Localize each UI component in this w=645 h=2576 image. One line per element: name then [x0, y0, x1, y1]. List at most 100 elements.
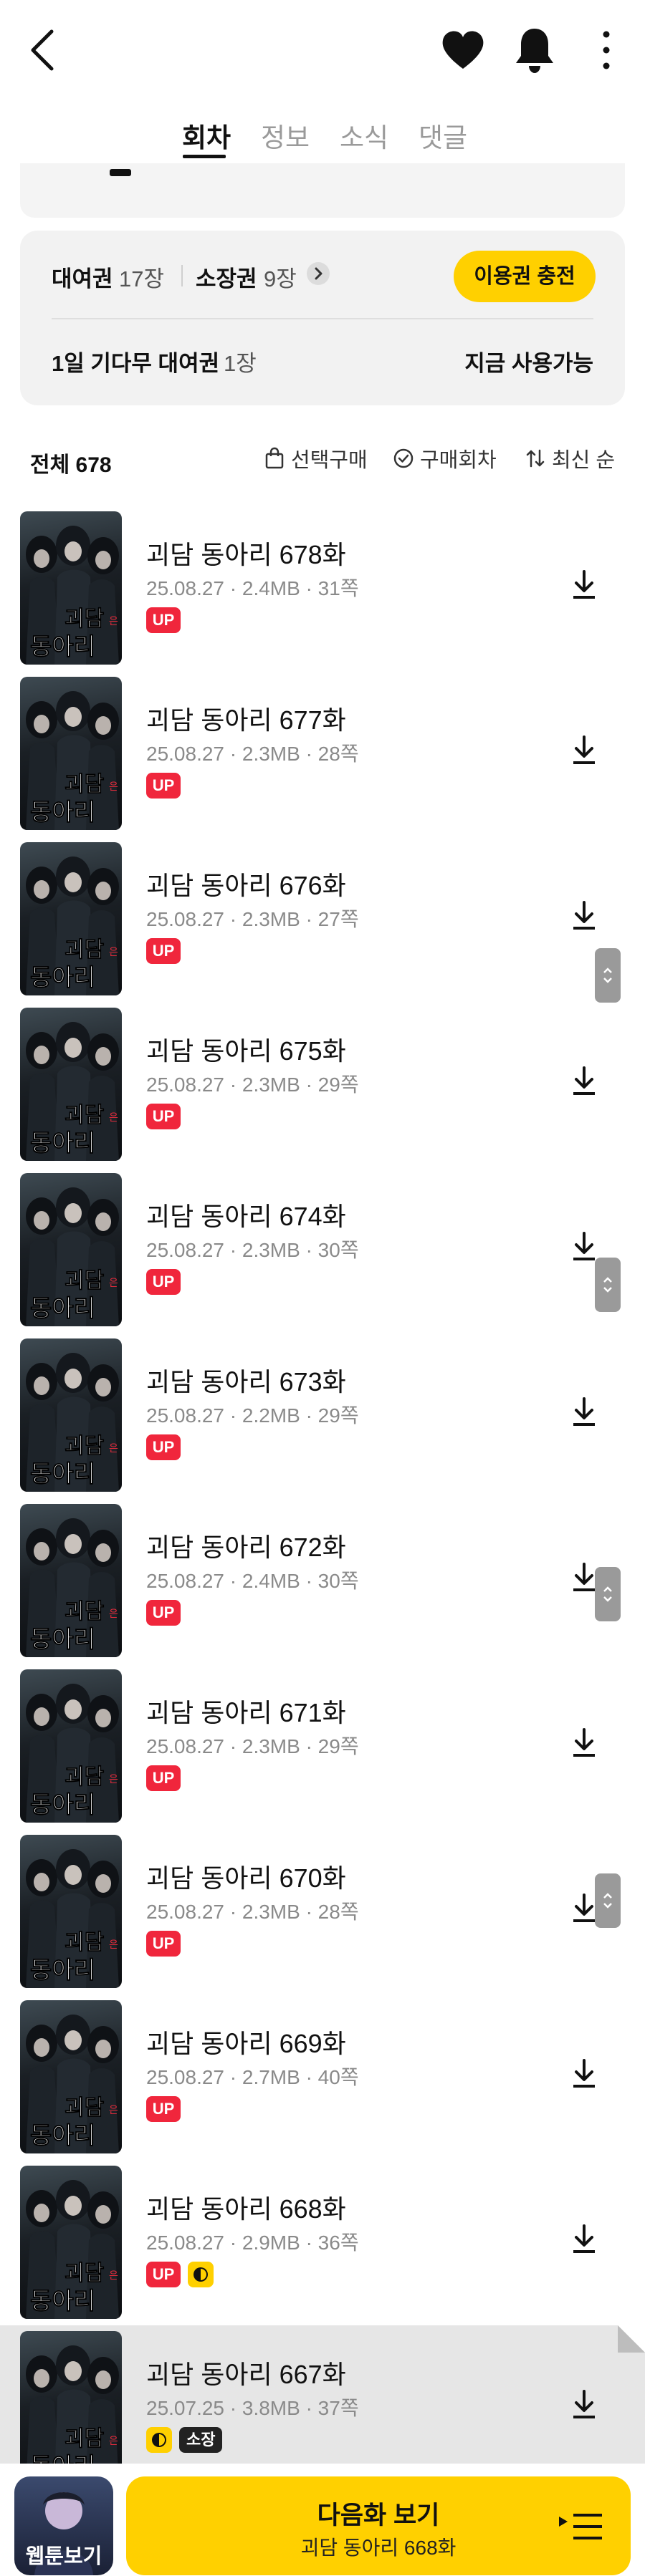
- select-purchase-button[interactable]: 선택구매: [264, 443, 368, 474]
- episode-row[interactable]: 괴담 은 동아리 괴담 동아리 672화 25.08.27 · 2.4MB · …: [0, 1498, 645, 1663]
- more-button[interactable]: [591, 24, 622, 76]
- top-bar: [0, 0, 645, 100]
- thumbnail-caption-line2: 동아리: [30, 1129, 95, 1157]
- episode-title: 괴담 동아리 670화: [146, 1863, 346, 1893]
- tab-info[interactable]: 정보: [261, 116, 310, 155]
- episode-thumbnail: 괴담 은 동아리: [20, 2000, 122, 2153]
- page-fold-corner: [618, 2325, 645, 2353]
- episode-row[interactable]: 괴담 은 동아리 괴담 동아리 671화 25.08.27 · 2.3MB · …: [0, 1664, 645, 1828]
- download-button[interactable]: [566, 1390, 602, 1433]
- download-button[interactable]: [566, 2052, 602, 2095]
- sort-label: 최신 순: [552, 449, 616, 472]
- sort-icon: [526, 449, 545, 468]
- own-ticket-count[interactable]: 9장: [264, 261, 297, 293]
- thumbnail-caption-line1: 괴담: [64, 1434, 105, 1459]
- episode-row[interactable]: 괴담 은 동아리 괴담 동아리 678화 25.08.27 · 2.4MB · …: [0, 506, 645, 670]
- episode-row[interactable]: 괴담 은 동아리 괴담 동아리 673화 25.08.27 · 2.2MB · …: [0, 1333, 645, 1497]
- episode-meta: 25.08.27 · 2.4MB · 31쪽: [146, 577, 359, 599]
- episode-row[interactable]: 괴담 은 동아리 괴담 동아리 669화 25.08.27 · 2.7MB · …: [0, 1994, 645, 2159]
- webtoon-view-label: 웹툰보기: [25, 2545, 102, 2568]
- thumbnail-caption-line1: 괴담: [64, 772, 105, 797]
- episode-badges: UP: [146, 1104, 181, 1129]
- episode-badges: UP: [146, 1269, 181, 1295]
- wait-free-badge: [188, 2262, 214, 2287]
- download-icon: [573, 2224, 595, 2253]
- webtoon-view-button[interactable]: 웹툰보기: [14, 2476, 113, 2575]
- episode-badges: UP: [146, 2262, 214, 2287]
- episode-title: 괴담 동아리 671화: [146, 1698, 346, 1727]
- episode-title: 괴담 동아리 678화: [146, 540, 346, 569]
- next-episode-title: 다음화 보기: [317, 2502, 440, 2529]
- check-circle-icon: [393, 448, 414, 468]
- episode-meta: 25.08.27 · 2.3MB · 30쪽: [146, 1239, 359, 1261]
- episode-row[interactable]: 괴담 은 동아리 괴담 동아리 668화 25.08.27 · 2.9MB · …: [0, 2160, 645, 2325]
- scroll-handle[interactable]: [595, 948, 621, 1003]
- episode-title: 괴담 동아리 674화: [146, 1202, 346, 1231]
- episode-row[interactable]: 괴담 은 동아리 괴담 동아리 676화 25.08.27 · 2.3MB · …: [0, 836, 645, 1001]
- thumbnail-caption-small: 은: [109, 1939, 118, 1951]
- purchased-episodes-label: 구매회차: [420, 449, 497, 472]
- favorite-button[interactable]: [439, 26, 487, 74]
- tab-comments[interactable]: 댓글: [419, 116, 467, 155]
- ticket-panel: 대여권 17장 소장권 9장 이용권 충전 1일 기다무 대여권 1장 지금 사…: [20, 231, 625, 405]
- episode-thumbnail: 괴담 은 동아리: [20, 677, 122, 830]
- episode-meta: 25.07.25 · 3.8MB · 37쪽: [146, 2397, 359, 2419]
- scroll-handle[interactable]: [595, 1258, 621, 1312]
- episode-title: 괴담 동아리 669화: [146, 2029, 346, 2058]
- episode-row[interactable]: 괴담 은 동아리 괴담 동아리 674화 25.08.27 · 2.3MB · …: [0, 1167, 645, 1332]
- download-button[interactable]: [566, 728, 602, 771]
- update-badge: UP: [146, 1269, 181, 1295]
- episode-title: 괴담 동아리 675화: [146, 1036, 346, 1066]
- tab-news[interactable]: 소식: [340, 116, 388, 155]
- charge-ticket-button[interactable]: 이용권 충전: [454, 251, 596, 302]
- back-button[interactable]: [23, 24, 63, 76]
- episode-row[interactable]: 괴담 은 동아리 괴담 동아리 670화 25.08.27 · 2.3MB · …: [0, 1829, 645, 1994]
- thumbnail-caption-line1: 괴담: [64, 1599, 105, 1624]
- download-button[interactable]: [566, 1721, 602, 1764]
- sort-button[interactable]: 최신 순: [525, 443, 615, 474]
- own-ticket-label[interactable]: 소장권: [196, 261, 257, 293]
- heart-icon: [442, 31, 484, 69]
- more-vertical-icon: [603, 31, 610, 69]
- download-button[interactable]: [566, 2217, 602, 2260]
- thumbnail-caption-small: 은: [109, 1608, 118, 1620]
- thumbnail-caption-line2: 동아리: [30, 2287, 95, 2315]
- thumbnail-caption-line2: 동아리: [30, 798, 95, 826]
- thumbnail-caption-line1: 괴담: [64, 2426, 105, 2451]
- clock-icon: [194, 2267, 208, 2282]
- episode-row[interactable]: 괴담 은 동아리 괴담 동아리 675화 25.08.27 · 2.3MB · …: [0, 1002, 645, 1167]
- scroll-handle[interactable]: [595, 1873, 621, 1928]
- divider: [181, 265, 183, 286]
- thumbnail-caption-line2: 동아리: [30, 1790, 95, 1818]
- bell-icon: [516, 29, 553, 73]
- thumbnail-caption-line1: 괴담: [64, 1268, 105, 1293]
- thumbnail-caption-line1: 괴담: [64, 1765, 105, 1790]
- next-episode-subtitle: 괴담 동아리 668화: [300, 2537, 457, 2559]
- download-button[interactable]: [566, 1059, 602, 1102]
- thumbnail-caption-small: 은: [109, 1443, 118, 1455]
- download-button[interactable]: [566, 563, 602, 606]
- select-purchase-label: 선택구매: [291, 449, 368, 472]
- episode-title: 괴담 동아리 672화: [146, 1533, 346, 1562]
- thumbnail-caption-line1: 괴담: [64, 937, 105, 963]
- download-button[interactable]: [566, 894, 602, 937]
- download-button[interactable]: [566, 2383, 602, 2426]
- notification-button[interactable]: [510, 24, 559, 76]
- episode-title: 괴담 동아리 668화: [146, 2194, 346, 2224]
- clock-icon: [152, 2433, 166, 2447]
- chevron-right-icon: [315, 267, 322, 280]
- scroll-arrows-icon: [603, 1277, 612, 1293]
- thumbnail-caption-line2: 동아리: [30, 963, 95, 991]
- scroll-handle[interactable]: [595, 1567, 621, 1621]
- episode-row[interactable]: 괴담 은 동아리 괴담 동아리 677화 25.08.27 · 2.3MB · …: [0, 671, 645, 836]
- update-badge: UP: [146, 1104, 181, 1129]
- wait-free-ticket-count: 1장: [224, 351, 257, 376]
- purchased-episodes-button[interactable]: 구매회차: [393, 443, 497, 474]
- episode-badges: 소장: [146, 2427, 223, 2453]
- playlist-icon[interactable]: [558, 2509, 603, 2544]
- thumbnail-caption-line2: 동아리: [30, 1294, 95, 1322]
- next-episode-button[interactable]: 다음화 보기 괴담 동아리 668화: [126, 2476, 631, 2575]
- own-ticket-detail-button[interactable]: [307, 262, 330, 285]
- episode-badges: UP: [146, 607, 181, 633]
- tab-episodes[interactable]: 회차: [182, 116, 231, 155]
